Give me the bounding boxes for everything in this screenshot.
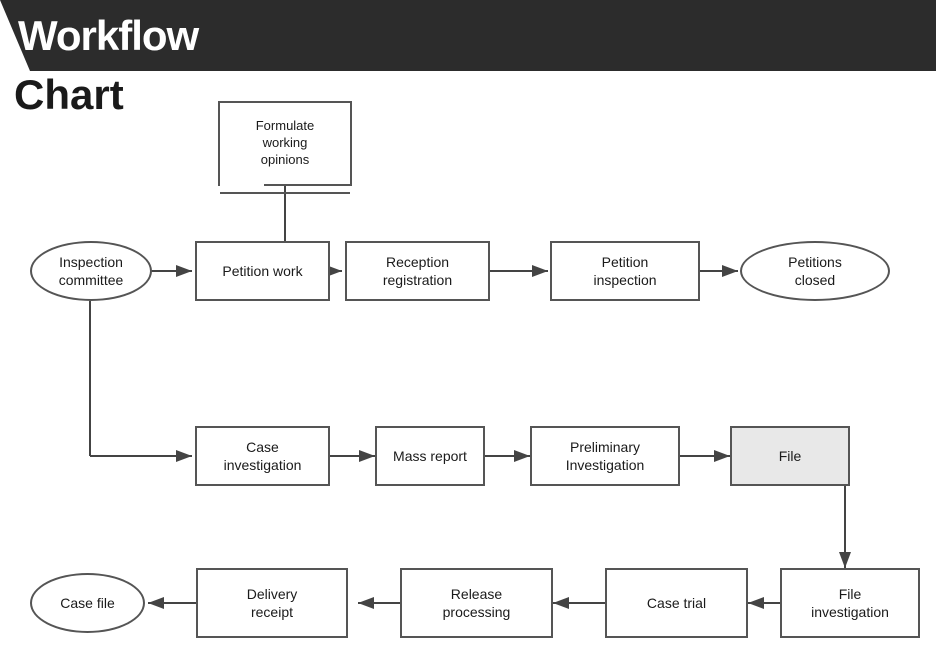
node-preliminary-investigation: PreliminaryInvestigation [530,426,680,486]
node-delivery-receipt: Deliveryreceipt [196,568,348,638]
node-petitions-closed: Petitionsclosed [740,241,890,301]
workflow-chart: Formulateworkingopinions Inspectioncommi… [0,71,936,666]
header-title: Workflow [18,12,198,60]
node-petition-inspection: Petitioninspection [550,241,700,301]
node-reception-registration: Receptionregistration [345,241,490,301]
node-file: File [730,426,850,486]
node-formulate: Formulateworkingopinions [218,101,352,186]
node-release-processing: Releaseprocessing [400,568,553,638]
node-petition-work: Petition work [195,241,330,301]
node-mass-report: Mass report [375,426,485,486]
node-file-investigation: Fileinvestigation [780,568,920,638]
node-case-trial: Case trial [605,568,748,638]
node-case-file: Case file [30,573,145,633]
node-inspection-committee: Inspectioncommittee [30,241,152,301]
header: Workflow [0,0,936,71]
node-case-investigation: Caseinvestigation [195,426,330,486]
